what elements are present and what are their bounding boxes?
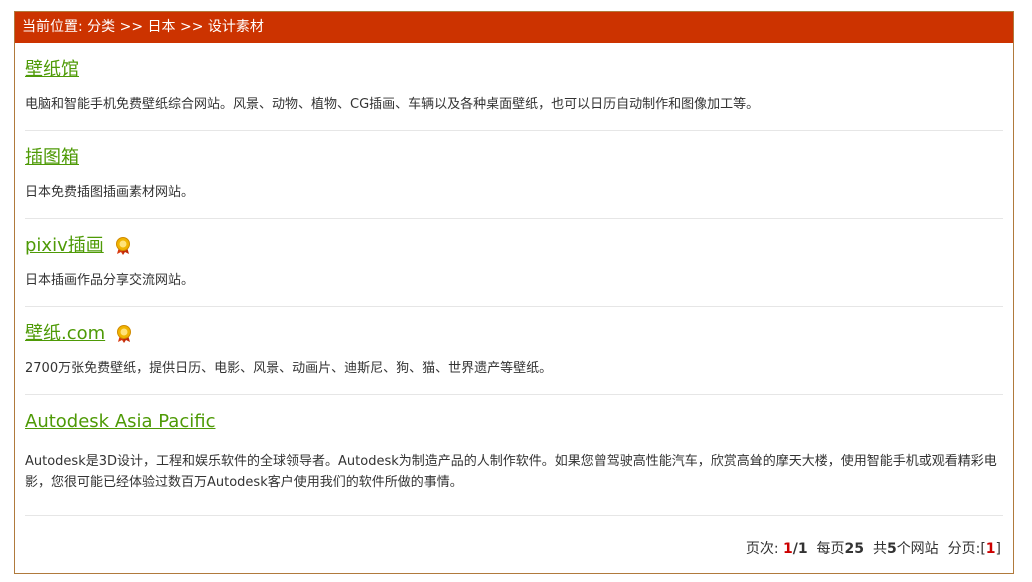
list-item: Autodesk Asia Pacific Autodesk是3D设计，工程和娱… (25, 395, 1003, 516)
list-item: 壁纸.com 2700万张免费壁纸，提供日历、电影、风景、动画片、迪斯尼、狗、猫… (25, 307, 1003, 395)
site-description: 日本插画作品分享交流网站。 (25, 273, 195, 288)
page-label: 页次: (745, 541, 779, 557)
site-title-link[interactable]: 插图箱 (25, 146, 79, 170)
site-description: 2700万张免费壁纸，提供日历、电影、风景、动画片、迪斯尼、狗、猫、世界遗产等壁… (25, 361, 553, 376)
site-title-link[interactable]: pixiv插画 (25, 234, 104, 258)
pages-label: 分页: (947, 541, 981, 557)
site-description: 电脑和智能手机免费壁纸综合网站。风景、动物、植物、CG插画、车辆以及各种桌面壁纸… (25, 97, 760, 112)
site-description: Autodesk是3D设计，工程和娱乐软件的全球领导者。Autodesk为制造产… (25, 454, 997, 490)
total-count: 5 (886, 541, 897, 557)
site-title-link[interactable]: 壁纸.com (25, 322, 105, 346)
per-page-label: 每页 (816, 541, 845, 557)
list-item: 壁纸馆 电脑和智能手机免费壁纸综合网站。风景、动物、植物、CG插画、车辆以及各种… (25, 43, 1003, 131)
breadcrumb-prefix: 当前位置: (22, 19, 83, 35)
site-list: 壁纸馆 电脑和智能手机免费壁纸综合网站。风景、动物、植物、CG插画、车辆以及各种… (15, 43, 1013, 516)
breadcrumb-separator: >> (119, 19, 144, 35)
list-item: 插图箱 日本免费插图插画素材网站。 (25, 131, 1003, 219)
total-pages: /1 (792, 541, 808, 557)
breadcrumb-item-category[interactable]: 分类 (87, 19, 115, 35)
breadcrumb-item-design-assets: 设计素材 (207, 19, 264, 35)
breadcrumb: 当前位置: 分类 >> 日本 >> 设计素材 (15, 12, 1013, 43)
recommended-badge-icon (113, 236, 133, 256)
total-suffix: 个网站 (896, 541, 939, 557)
current-page: 1 (783, 541, 793, 557)
page-link[interactable]: 1 (986, 541, 996, 557)
pagination: 页次: 1/1 每页25 共5个网站 分页:[1] (745, 541, 1001, 557)
site-title-link[interactable]: Autodesk Asia Pacific (25, 410, 215, 434)
site-description: 日本免费插图插画素材网站。 (25, 185, 195, 200)
recommended-badge-icon (114, 324, 134, 344)
breadcrumb-separator: >> (180, 19, 204, 35)
total-label: 共 (872, 541, 887, 557)
directory-panel: 当前位置: 分类 >> 日本 >> 设计素材 壁纸馆 电脑和智能手机免费壁纸综合… (14, 11, 1014, 574)
list-item: pixiv插画 日本插画作品分享交流网站。 (25, 219, 1003, 307)
per-page-count: 25 (844, 541, 865, 557)
breadcrumb-item-japan[interactable]: 日本 (148, 19, 176, 35)
site-title-link[interactable]: 壁纸馆 (25, 58, 79, 82)
